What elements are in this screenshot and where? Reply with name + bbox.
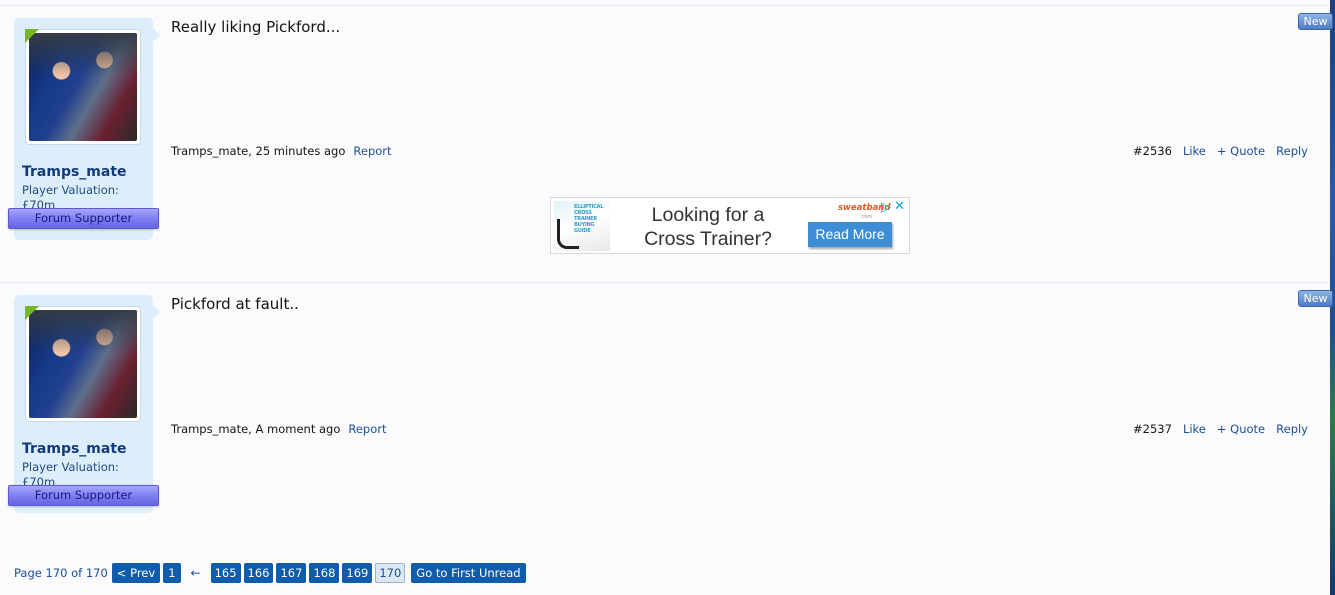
ad-image[interactable]: ELLIPTICAL CROSS TRAINER BUYING GUIDE — [554, 201, 610, 251]
avatar-frame[interactable] — [25, 29, 141, 145]
ad-brand-suffix: .com — [860, 214, 873, 220]
page-1-button[interactable]: 1 — [163, 562, 181, 583]
ad-headline[interactable]: Looking for a Cross Trainer? — [633, 203, 783, 251]
avatar[interactable] — [29, 310, 137, 418]
new-badge: New — [1298, 290, 1333, 307]
skip-arrow-icon[interactable]: ← — [191, 566, 201, 580]
author-timestamp[interactable]: Tramps_mate, 25 minutes ago — [171, 144, 345, 158]
post-message: Really liking Pickford... — [171, 18, 341, 36]
post-actions: #2537 Like + Quote Reply — [1133, 422, 1308, 436]
avatar-frame[interactable] — [25, 306, 141, 422]
page-count-label: Page 170 of 170 — [14, 565, 108, 580]
forum-post: Tramps_mate Player Valuation: £70m Forum… — [0, 5, 1333, 282]
username-link[interactable]: Tramps_mate — [22, 441, 127, 457]
forum-post: Tramps_mate Player Valuation: £70m Forum… — [0, 282, 1333, 532]
supporter-ribbon: Forum Supporter — [8, 208, 159, 229]
post-number-link[interactable]: #2536 — [1133, 144, 1172, 158]
current-page: 170 — [375, 562, 406, 583]
like-link[interactable]: Like — [1183, 144, 1206, 158]
post-actions: #2536 Like + Quote Reply — [1133, 144, 1308, 158]
cross-trainer-icon — [557, 219, 579, 249]
like-link[interactable]: Like — [1183, 422, 1206, 436]
page-169-button[interactable]: 169 — [342, 562, 373, 583]
supporter-ribbon: Forum Supporter — [8, 485, 159, 506]
advertisement-banner[interactable]: ELLIPTICAL CROSS TRAINER BUYING GUIDE Lo… — [550, 197, 910, 254]
report-link[interactable]: Report — [353, 144, 391, 158]
ad-image-text: ELLIPTICAL CROSS TRAINER BUYING GUIDE — [574, 204, 604, 234]
quote-link[interactable]: + Quote — [1217, 144, 1265, 158]
user-info-card: Tramps_mate Player Valuation: £70m Forum… — [8, 18, 160, 240]
page-167-button[interactable]: 167 — [276, 562, 307, 583]
ad-choices-icon[interactable]: ▷ — [881, 200, 891, 215]
prev-page-button[interactable]: < Prev — [111, 562, 161, 583]
user-info-card: Tramps_mate Player Valuation: £70m Forum… — [8, 295, 160, 513]
avatar[interactable] — [29, 33, 137, 141]
ad-headline-line1: Looking for a — [651, 204, 765, 226]
new-badge: New — [1298, 13, 1333, 30]
page-165-button[interactable]: 165 — [210, 562, 241, 583]
post-meta: Tramps_mate, A moment ago Report — [171, 422, 387, 436]
close-icon[interactable]: ✕ — [894, 199, 905, 214]
quote-link[interactable]: + Quote — [1217, 422, 1265, 436]
post-number-link[interactable]: #2537 — [1133, 422, 1172, 436]
report-link[interactable]: Report — [348, 422, 386, 436]
username-link[interactable]: Tramps_mate — [22, 164, 127, 180]
read-more-button[interactable]: Read More — [808, 222, 892, 247]
post-message: Pickford at fault.. — [171, 295, 299, 313]
reply-link[interactable]: Reply — [1276, 144, 1308, 158]
first-unread-button[interactable]: Go to First Unread — [411, 562, 526, 583]
online-status-icon — [25, 29, 39, 43]
page-166-button[interactable]: 166 — [243, 562, 274, 583]
page-navigation: Page 170 of 170 < Prev 1 ← 165 166 167 1… — [14, 562, 526, 583]
post-meta: Tramps_mate, 25 minutes ago Report — [171, 144, 392, 158]
author-timestamp[interactable]: Tramps_mate, A moment ago — [171, 422, 340, 436]
online-status-icon — [25, 306, 39, 320]
page-168-button[interactable]: 168 — [309, 562, 340, 583]
ad-headline-line2: Cross Trainer? — [644, 228, 772, 250]
reply-link[interactable]: Reply — [1276, 422, 1308, 436]
